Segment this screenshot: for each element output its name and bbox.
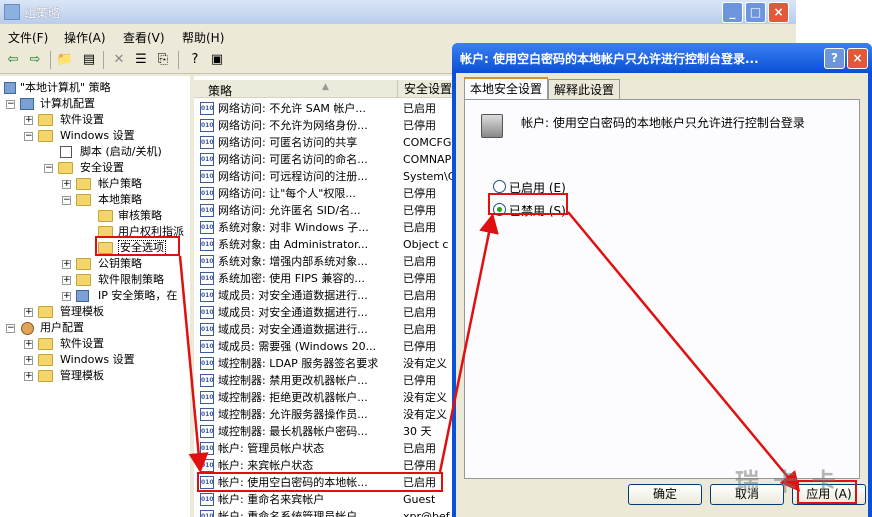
arrow-to-radio	[438, 213, 499, 473]
arrow-to-apply	[567, 211, 801, 492]
annotation-arrows	[178, 211, 801, 492]
watermark: 瑞 卡 卡	[735, 468, 839, 496]
arrow-to-row	[178, 255, 209, 473]
